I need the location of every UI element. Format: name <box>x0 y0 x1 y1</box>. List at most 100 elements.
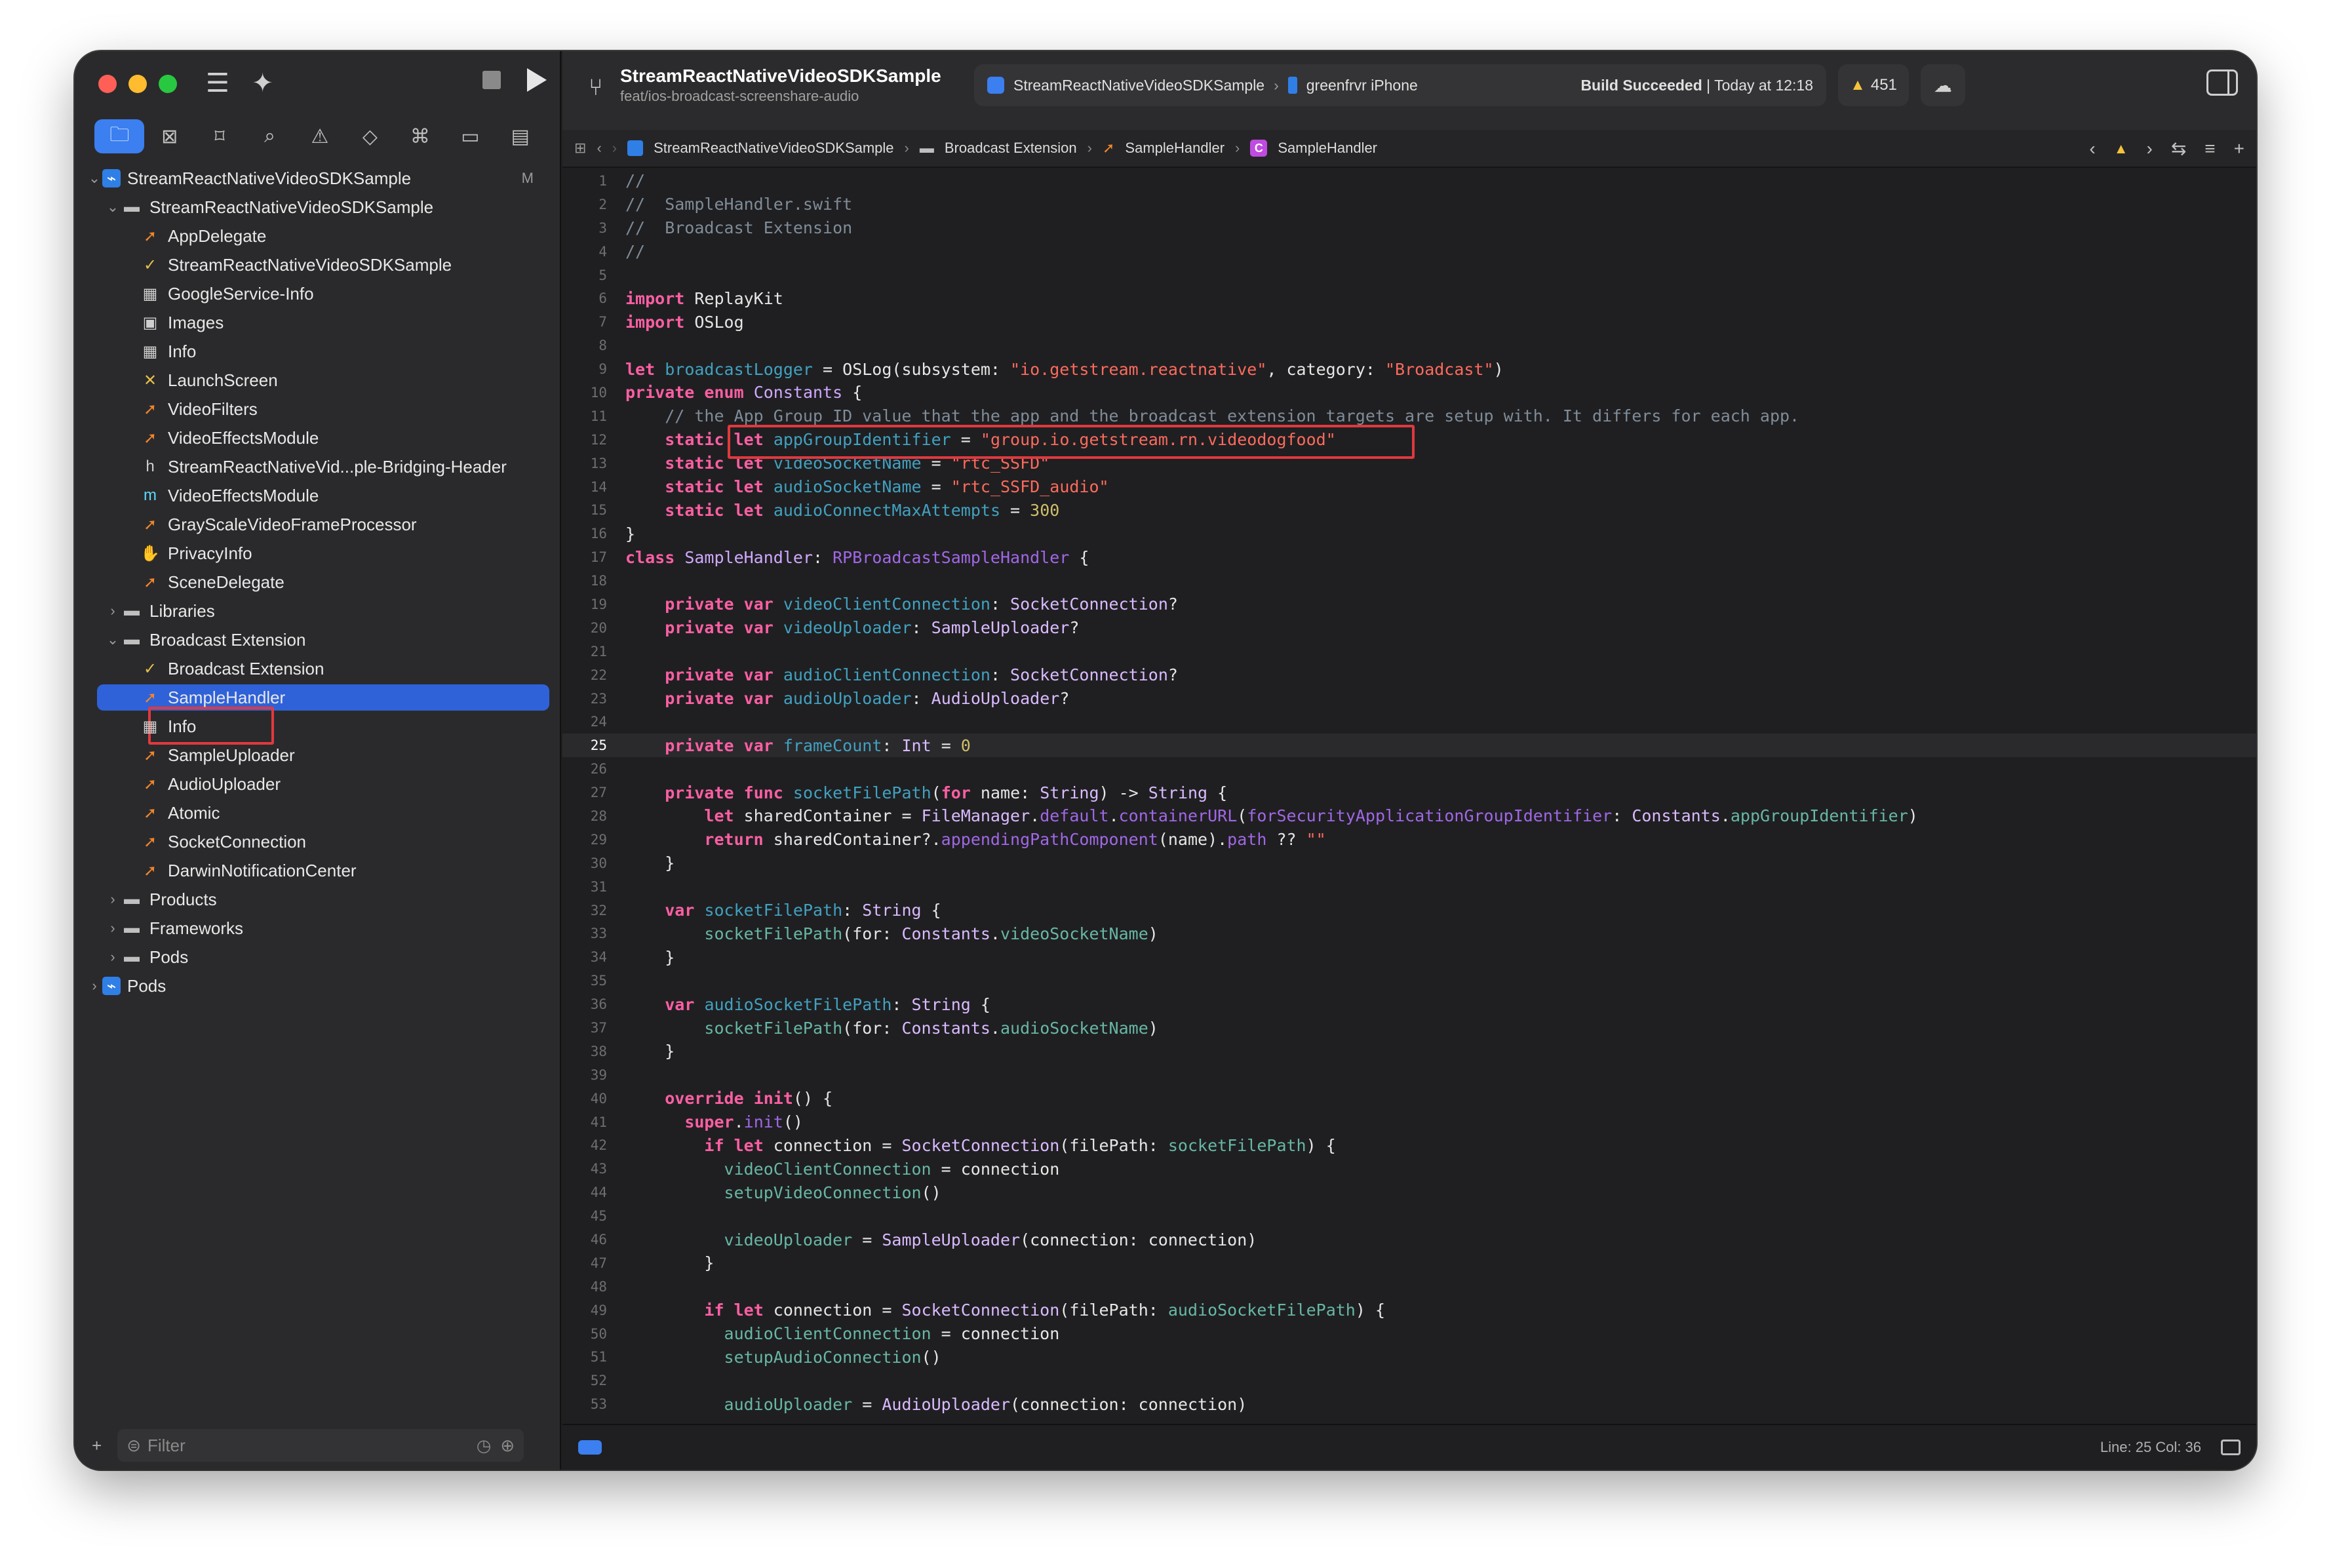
chevron-down-icon[interactable]: ⌄ <box>87 170 102 187</box>
chevron-right-icon[interactable]: › <box>105 920 121 937</box>
line-number[interactable]: 38 <box>562 1044 620 1059</box>
line-number[interactable]: 39 <box>562 1067 620 1083</box>
code-line[interactable]: 21 <box>562 640 2256 663</box>
add-editor-icon[interactable]: + <box>2234 138 2244 159</box>
minimize-window-button[interactable] <box>128 75 147 93</box>
code-line[interactable]: 4 // <box>562 240 2256 264</box>
code-line[interactable]: 19 private var videoClientConnection: So… <box>562 593 2256 616</box>
line-number[interactable]: 14 <box>562 479 620 495</box>
previous-issue-icon[interactable]: ‹ <box>2089 138 2095 159</box>
warnings-button[interactable]: ▲ 451 <box>1838 64 1909 106</box>
filter-field[interactable]: ⊜ Filter ◷ ⊕ <box>117 1429 524 1462</box>
tree-item[interactable]: › ⌁ Pods <box>75 971 560 1000</box>
jumpbar-project[interactable]: StreamReactNativeVideoSDKSample <box>654 140 893 157</box>
code-line[interactable]: 25 private var frameCount: Int = 0 <box>562 734 2256 758</box>
tree-item[interactable]: ✋ PrivacyInfo <box>75 539 560 568</box>
line-number[interactable]: 44 <box>562 1185 620 1200</box>
tree-item[interactable]: ➚ AppDelegate <box>75 222 560 250</box>
chevron-right-icon[interactable]: › <box>105 891 121 908</box>
line-number[interactable]: 25 <box>562 737 620 753</box>
next-issue-icon[interactable]: › <box>2147 138 2153 159</box>
project-title[interactable]: StreamReactNativeVideoSDKSample <box>620 66 941 87</box>
line-number[interactable]: 47 <box>562 1255 620 1271</box>
find-icon[interactable]: ⌕ <box>245 119 294 153</box>
code-line[interactable]: 13 static let videoSocketName = "rtc_SSF… <box>562 452 2256 475</box>
debug-area-icon[interactable] <box>578 1440 602 1455</box>
line-number[interactable]: 37 <box>562 1020 620 1036</box>
line-number[interactable]: 43 <box>562 1161 620 1177</box>
code-line[interactable]: 36 var audioSocketFilePath: String { <box>562 992 2256 1016</box>
line-number[interactable]: 11 <box>562 408 620 424</box>
line-number[interactable]: 31 <box>562 879 620 895</box>
code-line[interactable]: 39 <box>562 1063 2256 1087</box>
code-line[interactable]: 29 return sharedContainer?.appendingPath… <box>562 828 2256 852</box>
line-number[interactable]: 34 <box>562 949 620 965</box>
code-line[interactable]: 43 videoClientConnection = connection <box>562 1157 2256 1181</box>
chevron-down-icon[interactable]: ⌄ <box>105 199 121 216</box>
editor-options-icon[interactable]: ≡ <box>2204 138 2215 159</box>
tree-item[interactable]: › ▬ Libraries <box>75 597 560 625</box>
code-line[interactable]: 26 <box>562 757 2256 781</box>
code-line[interactable]: 50 audioClientConnection = connection <box>562 1322 2256 1346</box>
line-number[interactable]: 6 <box>562 290 620 306</box>
stop-icon[interactable] <box>482 71 501 89</box>
line-number[interactable]: 9 <box>562 361 620 377</box>
line-number[interactable]: 21 <box>562 644 620 659</box>
code-line[interactable]: 15 static let audioConnectMaxAttempts = … <box>562 498 2256 522</box>
tree-item[interactable]: ➚ DarwinNotificationCenter <box>75 856 560 885</box>
code-line[interactable]: 45 <box>562 1204 2256 1228</box>
source-control-icon[interactable]: ⊠ <box>144 119 194 153</box>
code-line[interactable]: 53 audioUploader = AudioUploader(connect… <box>562 1392 2256 1416</box>
back-icon[interactable]: ‹ <box>597 140 601 157</box>
line-number[interactable]: 41 <box>562 1114 620 1130</box>
line-number[interactable]: 15 <box>562 502 620 518</box>
code-line[interactable]: 48 <box>562 1275 2256 1299</box>
tree-item[interactable]: ➚ GrayScaleVideoFrameProcessor <box>75 510 560 539</box>
toggle-debug-area-icon[interactable] <box>2221 1440 2241 1455</box>
tree-item[interactable]: ➚ Atomic <box>75 798 560 827</box>
code-line[interactable]: 2 // SampleHandler.swift <box>562 193 2256 216</box>
code-line[interactable]: 37 socketFilePath(for: Constants.audioSo… <box>562 1016 2256 1040</box>
line-number[interactable]: 52 <box>562 1373 620 1388</box>
line-number[interactable]: 12 <box>562 432 620 448</box>
line-number[interactable]: 18 <box>562 573 620 589</box>
breakpoint-icon[interactable]: ▭ <box>445 119 495 153</box>
line-number[interactable]: 23 <box>562 691 620 707</box>
add-icon[interactable]: + <box>92 1436 102 1456</box>
line-number[interactable]: 53 <box>562 1396 620 1412</box>
tree-item[interactable]: ✓ StreamReactNativeVideoSDKSample <box>75 250 560 279</box>
code-line[interactable]: 31 <box>562 875 2256 899</box>
line-number[interactable]: 32 <box>562 903 620 918</box>
code-line[interactable]: 20 private var videoUploader: SampleUplo… <box>562 616 2256 640</box>
run-icon[interactable] <box>527 68 547 92</box>
code-line[interactable]: 42 if let connection = SocketConnection(… <box>562 1134 2256 1158</box>
jumpbar-folder[interactable]: Broadcast Extension <box>945 140 1077 157</box>
code-line[interactable]: 3 // Broadcast Extension <box>562 216 2256 240</box>
line-number[interactable]: 13 <box>562 456 620 471</box>
tree-item[interactable]: ⌄ ▬ Broadcast Extension <box>75 625 560 654</box>
coding-assistant-icon[interactable]: ✦ <box>252 68 274 98</box>
inspector-toggle-icon[interactable] <box>2206 69 2238 96</box>
code-line[interactable]: 22 private var audioClientConnection: So… <box>562 663 2256 687</box>
code-line[interactable]: 52 <box>562 1369 2256 1392</box>
line-number[interactable]: 10 <box>562 385 620 401</box>
compare-icon[interactable]: ⇆ <box>2171 138 2186 159</box>
code-line[interactable]: 1 // <box>562 169 2256 193</box>
tree-item[interactable]: ▦ Info <box>75 337 560 366</box>
line-number[interactable]: 28 <box>562 808 620 824</box>
code-line[interactable]: 9 let broadcastLogger = OSLog(subsystem: … <box>562 357 2256 381</box>
tree-item[interactable]: ▦ GoogleService-Info <box>75 279 560 308</box>
line-number[interactable]: 29 <box>562 832 620 848</box>
forward-icon[interactable]: › <box>612 140 617 157</box>
tree-item[interactable]: ▣ Images <box>75 308 560 337</box>
line-number[interactable]: 45 <box>562 1208 620 1224</box>
scheme-selector[interactable]: StreamReactNativeVideoSDKSample <box>1013 77 1264 94</box>
code-line[interactable]: 17 class SampleHandler: RPBroadcastSample… <box>562 545 2256 569</box>
tree-item[interactable]: ➚ AudioUploader <box>75 770 560 798</box>
jumpbar-file[interactable]: SampleHandler <box>1125 140 1224 157</box>
folder-icon[interactable]: 🗀 <box>94 119 145 153</box>
test-icon[interactable]: ◇ <box>345 119 395 153</box>
build-status[interactable]: Build Succeeded | Today at 12:18 <box>1580 77 1813 94</box>
line-number[interactable]: 48 <box>562 1279 620 1295</box>
source-control-filter-icon[interactable]: ⊕ <box>500 1436 515 1456</box>
